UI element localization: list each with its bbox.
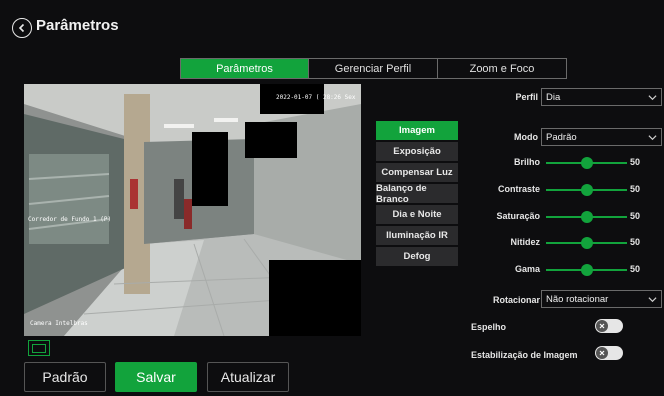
caption-overlay: Camera Intelbras <box>30 320 88 327</box>
toggle-off-icon <box>596 347 608 359</box>
slider-handle[interactable] <box>580 264 593 276</box>
tab-gerenciar-perfil[interactable]: Gerenciar Perfil <box>309 59 438 78</box>
slider-label: Brilho <box>514 157 540 167</box>
privacy-mask <box>245 122 297 158</box>
rotacionar-label: Rotacionar <box>492 295 540 305</box>
image-settings-menu: Imagem Exposição Compensar Luz Balanço d… <box>376 121 458 268</box>
rotacionar-value: Não rotacionar <box>546 293 609 305</box>
modo-label: Modo <box>514 132 538 142</box>
slider-label: Gama <box>514 264 540 274</box>
page-header: Parâmetros <box>0 0 664 52</box>
menu-item-balanco-de-branco[interactable]: Balanço de Branco <box>376 183 458 205</box>
privacy-mask <box>192 132 228 206</box>
chevron-down-icon <box>648 95 657 101</box>
modo-value: Padrão <box>546 131 577 143</box>
menu-item-defog[interactable]: Defog <box>376 247 458 266</box>
tab-bar: Parâmetros Gerenciar Perfil Zoom e Foco <box>180 58 567 79</box>
slider-value: 50 <box>630 264 641 274</box>
perfil-value: Dia <box>546 91 561 103</box>
slider-handle[interactable] <box>580 157 593 169</box>
modo-select[interactable]: Padrão <box>541 128 662 146</box>
fit-window-icon[interactable] <box>28 340 50 356</box>
slider-handle[interactable] <box>580 184 593 196</box>
chevron-down-icon <box>648 135 657 141</box>
slider-handle[interactable] <box>580 211 593 223</box>
chevron-down-icon <box>648 297 657 303</box>
rotacionar-select[interactable]: Não rotacionar <box>541 290 662 308</box>
tab-parametros[interactable]: Parâmetros <box>181 59 309 78</box>
menu-item-compensar-luz[interactable]: Compensar Luz <box>376 163 458 182</box>
save-button[interactable]: Salvar <box>115 362 197 392</box>
estabilizacao-toggle[interactable] <box>595 346 623 360</box>
slider-handle[interactable] <box>580 237 593 249</box>
toggle-off-icon <box>596 320 608 332</box>
tab-zoom-e-foco[interactable]: Zoom e Foco <box>438 59 566 78</box>
espelho-label: Espelho <box>471 322 507 332</box>
menu-item-imagem[interactable]: Imagem <box>376 121 458 140</box>
default-button[interactable]: Padrão <box>24 362 106 392</box>
timestamp-overlay: 2022-01-07 ( 28:26 Sex <box>276 94 356 101</box>
slider-value: 50 <box>630 211 641 221</box>
slider-label: Nitidez <box>510 237 540 247</box>
privacy-mask <box>269 260 361 336</box>
estabilizacao-label: Estabilização de Imagem <box>471 350 578 360</box>
perfil-select[interactable]: Dia <box>541 88 662 106</box>
slider-value: 50 <box>630 157 641 167</box>
slider-label: Contraste <box>497 184 540 194</box>
page-title: Parâmetros <box>36 17 119 34</box>
camera-preview: 2022-01-07 ( 28:26 Sex Corredor de Fundo… <box>24 84 361 336</box>
slider-value: 50 <box>630 237 641 247</box>
menu-item-dia-e-noite[interactable]: Dia e Noite <box>376 205 458 224</box>
slider-label: Saturação <box>496 211 540 221</box>
caption-overlay: Corredor de Fundo 1 (P) <box>28 216 112 223</box>
perfil-label: Perfil <box>515 92 538 102</box>
menu-item-exposicao[interactable]: Exposição <box>376 142 458 161</box>
refresh-button[interactable]: Atualizar <box>207 362 289 392</box>
slider-value: 50 <box>630 184 641 194</box>
espelho-toggle[interactable] <box>595 319 623 333</box>
back-icon[interactable] <box>12 18 32 38</box>
menu-item-iluminacao-ir[interactable]: Iluminação IR <box>376 226 458 245</box>
